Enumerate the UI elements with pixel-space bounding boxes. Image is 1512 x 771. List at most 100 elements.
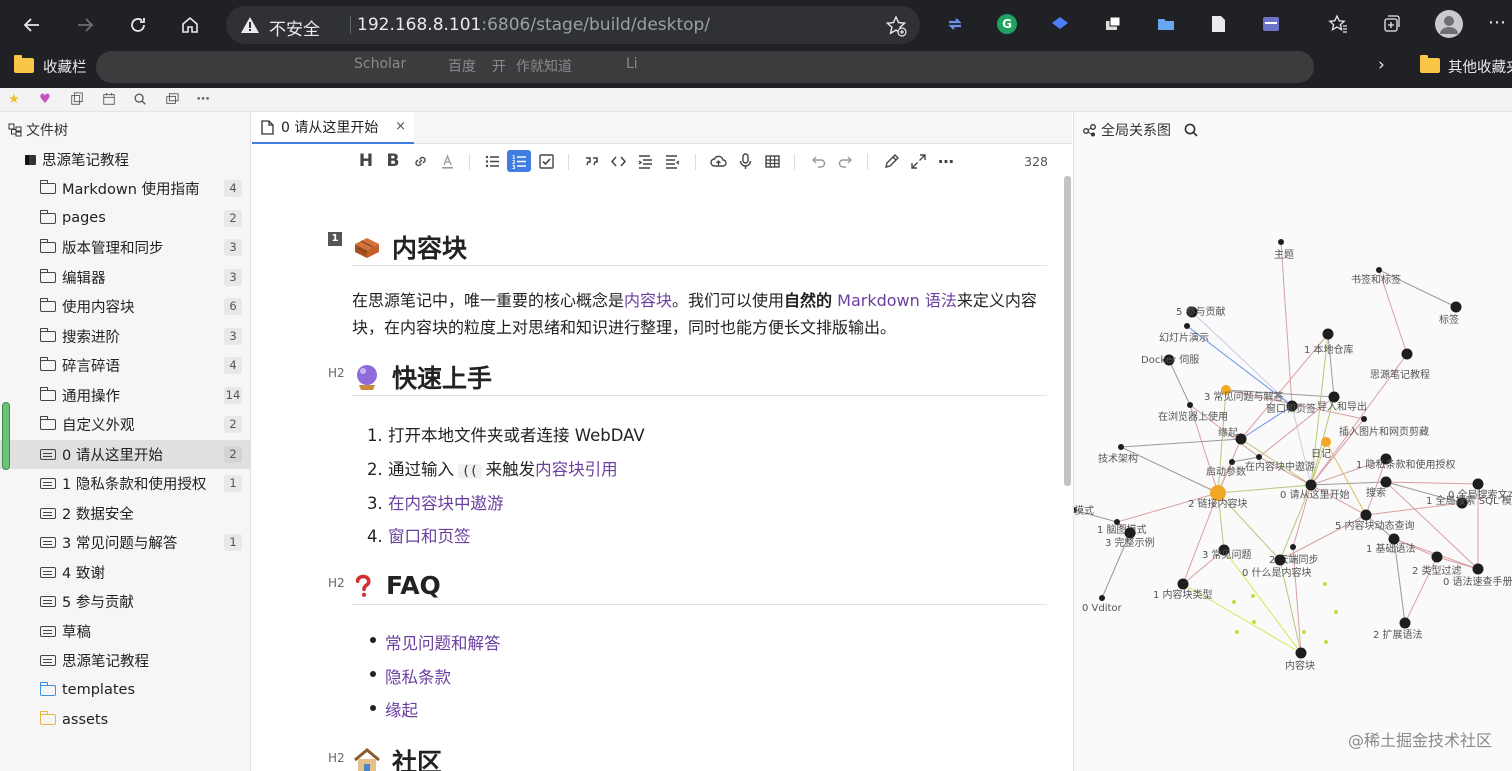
faq-link-1[interactable]: 常见问题和解答 (385, 634, 501, 653)
record-button[interactable] (733, 150, 757, 172)
graph-node[interactable] (1399, 617, 1411, 629)
faq-item-1[interactable]: 常见问题和解答 (385, 630, 501, 654)
more-button[interactable]: ⋯ (934, 150, 958, 172)
graph-node[interactable] (1401, 348, 1413, 360)
heading-button[interactable]: H (354, 150, 378, 172)
heart-dock-icon[interactable]: ♥ (37, 92, 53, 108)
markdown-syntax-link[interactable]: Markdown 语法 (832, 291, 957, 310)
home-button[interactable] (175, 10, 205, 40)
heading-2-marker[interactable]: H2 (328, 751, 345, 765)
graph-node[interactable] (1295, 647, 1307, 659)
back-button[interactable] (17, 10, 47, 40)
add-favorite-icon[interactable] (885, 15, 907, 37)
tree-item[interactable]: 自定义外观 2 (0, 410, 250, 439)
heading-2-marker[interactable]: H2 (328, 366, 345, 380)
forward-button[interactable] (70, 10, 100, 40)
link-button[interactable] (408, 150, 432, 172)
tree-item[interactable]: Markdown 使用指南 4 (0, 174, 250, 203)
calendar-dock-icon[interactable] (101, 92, 117, 108)
tab-document[interactable]: 0 请从这里开始 × (252, 112, 414, 144)
graph-node[interactable] (1328, 391, 1340, 403)
more-menu-icon[interactable]: ⋯ (1488, 12, 1512, 36)
graph-node[interactable] (1099, 595, 1105, 601)
tree-item[interactable]: 版本管理和同步 3 (0, 233, 250, 262)
other-bookmarks-label[interactable]: 其他收藏夹 (1448, 56, 1512, 77)
extension-doc-icon[interactable] (1208, 14, 1228, 34)
sidebar-scroll-indicator[interactable] (2, 402, 10, 470)
extension-repeat-icon[interactable] (945, 14, 965, 34)
heading-quick-start[interactable]: 快速上手 (352, 358, 1047, 396)
bookmarks-bar-label[interactable]: 收藏栏 (43, 56, 87, 77)
heading-faq[interactable]: FAQ (352, 567, 1047, 605)
collections-icon[interactable] (1381, 14, 1401, 34)
code-button[interactable] (606, 150, 630, 172)
content-block-link[interactable]: 内容块 (624, 291, 672, 310)
outdent-button[interactable] (660, 150, 684, 172)
extension-folder-icon[interactable] (1156, 14, 1176, 34)
tree-item[interactable]: 碎言碎语 4 (0, 351, 250, 380)
favorites-icon[interactable] (1328, 14, 1348, 34)
graph-node[interactable] (1388, 533, 1400, 545)
graph-node[interactable] (1177, 578, 1189, 590)
checklist-button[interactable] (534, 150, 558, 172)
intro-paragraph[interactable]: 在思源笔记中，唯一重要的核心概念是内容块。我们可以使用自然的 Markdown … (352, 288, 1047, 341)
tree-item[interactable]: 2 数据安全 (0, 499, 250, 528)
graph-node[interactable] (1184, 323, 1190, 329)
step-3[interactable]: 3. 在内容块中遨游 (367, 490, 504, 514)
tree-item[interactable]: pages 2 (0, 204, 250, 233)
ordered-list-button[interactable]: 123 (507, 150, 531, 172)
graph-node[interactable] (1290, 544, 1296, 550)
more-dock-icon[interactable]: ⋯ (195, 92, 211, 108)
heading-content-block[interactable]: 内容块 (352, 229, 1047, 266)
fullscreen-button[interactable] (906, 150, 930, 172)
graph-node[interactable] (1472, 478, 1484, 490)
graph-node[interactable] (1278, 239, 1284, 245)
indent-button[interactable] (633, 150, 657, 172)
graph-node[interactable] (1124, 527, 1136, 539)
graph-node[interactable] (1361, 416, 1367, 422)
redo-button[interactable] (833, 150, 857, 172)
extension-grammarly-icon[interactable]: G (997, 14, 1017, 34)
tree-item[interactable]: 搜索进阶 3 (0, 322, 250, 351)
notebook-item[interactable]: 思源笔记教程 (0, 145, 250, 174)
graph-node[interactable] (1305, 479, 1317, 491)
block-ref-link[interactable]: 内容块引用 (535, 460, 618, 479)
step-2[interactable]: 2. 通过输入 ((来触发内容块引用 (367, 456, 618, 480)
graph-node[interactable] (1321, 437, 1331, 447)
bookmarks-overflow-icon[interactable]: › (1378, 55, 1385, 75)
extension-window-icon[interactable] (1103, 14, 1123, 34)
tree-item[interactable]: assets (0, 705, 250, 734)
roam-blocks-link[interactable]: 在内容块中遨游 (388, 494, 504, 513)
tree-item[interactable]: 使用内容块 6 (0, 292, 250, 321)
step-1[interactable]: 1. 打开本地文件夹或者连接 WebDAV (367, 422, 645, 446)
undo-button[interactable] (806, 150, 830, 172)
bullet-list-button[interactable] (480, 150, 504, 172)
tree-item[interactable]: 编辑器 3 (0, 263, 250, 292)
extension-panel-icon[interactable] (1261, 14, 1281, 34)
graph-node[interactable] (1256, 454, 1262, 460)
editor-scrollbar[interactable] (1064, 176, 1071, 486)
tree-item[interactable]: 4 致谢 (0, 558, 250, 587)
faq-link-3[interactable]: 缘起 (385, 701, 418, 720)
faq-link-2[interactable]: 隐私条款 (385, 668, 451, 687)
graph-node[interactable] (1360, 509, 1372, 521)
faq-item-3[interactable]: 缘起 (385, 697, 418, 721)
graph-node[interactable] (1118, 444, 1124, 450)
text-color-button[interactable] (435, 150, 459, 172)
graph-node[interactable] (1376, 267, 1382, 273)
tree-item[interactable]: 思源笔记教程 (0, 646, 250, 675)
graph-node[interactable] (1450, 301, 1462, 313)
heading-2-marker[interactable]: H2 (328, 576, 345, 590)
tree-item[interactable]: 1 隐私条款和使用授权 1 (0, 469, 250, 498)
reload-button[interactable] (123, 10, 153, 40)
quote-button[interactable] (579, 150, 603, 172)
graph-node[interactable] (1431, 551, 1443, 563)
graph-node[interactable] (1380, 476, 1392, 488)
tree-item[interactable]: 5 参与贡献 (0, 587, 250, 616)
heading-community[interactable]: 社区 (352, 742, 1047, 771)
graph-node[interactable] (1229, 459, 1235, 465)
tree-item[interactable]: 3 常见问题与解答 1 (0, 528, 250, 557)
windows-dock-icon[interactable] (164, 92, 180, 108)
graph-node[interactable] (1187, 402, 1193, 408)
edit-mode-button[interactable] (879, 150, 903, 172)
